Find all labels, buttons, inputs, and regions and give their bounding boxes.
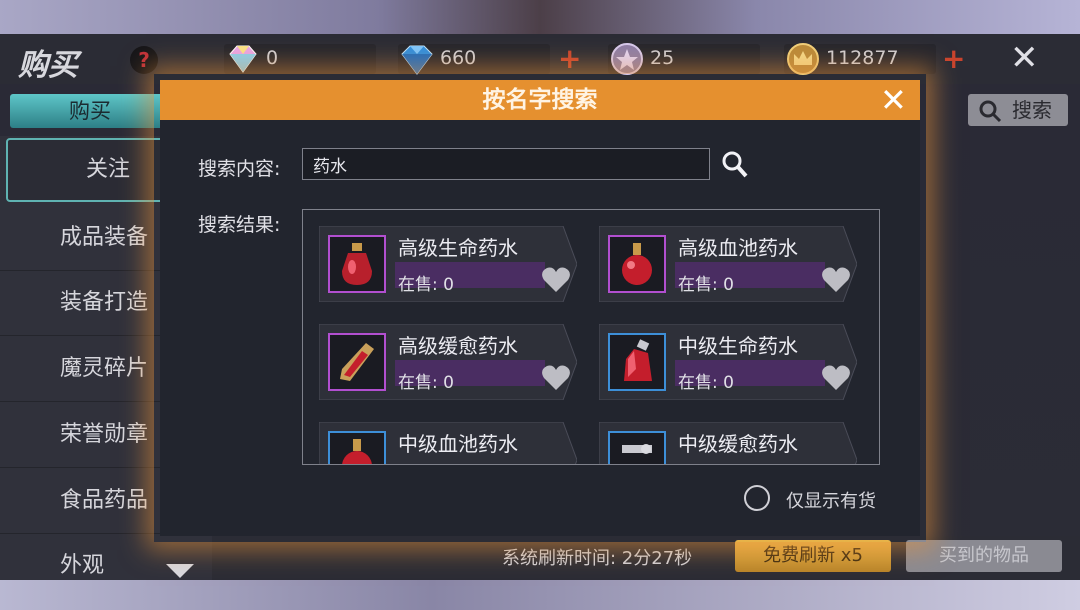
search-content-label: 搜索内容: [198, 158, 281, 180]
search-button-label: 搜索 [1012, 98, 1052, 122]
background-scene [0, 0, 1080, 34]
rainbow-diamond-icon [229, 45, 257, 73]
item-on-sale: 在售: 0 [678, 275, 734, 295]
chevron-down-icon[interactable] [166, 564, 194, 578]
vial-icon [340, 343, 374, 381]
help-icon[interactable]: ? [130, 46, 158, 74]
search-icon[interactable] [720, 148, 750, 180]
item-thumbnail [328, 431, 386, 464]
search-button[interactable]: 搜索 [968, 94, 1068, 126]
star-coin-icon [611, 43, 643, 75]
result-item[interactable]: 中级血池药水 [319, 422, 577, 464]
currency-value: 0 [266, 47, 279, 69]
in-stock-only-label[interactable]: 仅显示有货 [786, 487, 876, 513]
vial-icon [622, 444, 652, 454]
search-input[interactable] [302, 148, 710, 180]
heart-icon[interactable] [821, 266, 851, 294]
free-refresh-button[interactable]: 免费刷新 x5 [735, 540, 891, 572]
close-shop-button[interactable]: ✕ [1010, 40, 1039, 76]
round-flask-icon [622, 243, 652, 285]
dialog-title: 按名字搜索 [482, 87, 598, 113]
item-thumbnail [328, 235, 386, 293]
search-result-label: 搜索结果: [198, 214, 281, 236]
currency-value: 25 [650, 47, 675, 69]
blue-diamond-icon [401, 45, 433, 75]
item-thumbnail [608, 333, 666, 391]
dialog-header: 按名字搜索 ✕ [160, 80, 920, 120]
item-name: 中级生命药水 [678, 334, 798, 358]
potion-bottle-icon [624, 339, 652, 381]
currency-value: 112877 [826, 47, 899, 69]
item-on-sale: 在售: 0 [678, 373, 734, 393]
currency-rainbow-diamond: 0 [224, 44, 376, 74]
item-thumbnail [608, 431, 666, 464]
item-name: 中级缓愈药水 [678, 432, 798, 456]
round-flask-icon [342, 439, 372, 464]
item-thumbnail [328, 333, 386, 391]
item-name: 中级血池药水 [398, 432, 518, 456]
result-item[interactable]: 高级血池药水 在售: 0 [599, 226, 857, 302]
heart-icon[interactable] [541, 364, 571, 392]
currency-blue-diamond: 660 [398, 44, 550, 75]
search-by-name-dialog: 按名字搜索 ✕ 搜索内容: 搜索结果: 高级生命药水 在售: 0 [160, 80, 920, 536]
currency-star-coin: 25 [608, 43, 760, 75]
result-item[interactable]: 中级缓愈药水 [599, 422, 857, 464]
result-item[interactable]: 中级生命药水 在售: 0 [599, 324, 857, 400]
result-item[interactable]: 高级生命药水 在售: 0 [319, 226, 577, 302]
close-dialog-button[interactable]: ✕ [880, 82, 907, 118]
heart-icon[interactable] [821, 364, 851, 392]
potion-bottle-icon [342, 243, 372, 285]
page-title: 购买 [18, 48, 78, 83]
search-icon [979, 100, 1002, 123]
currency-gold-crown: 112877 [784, 43, 936, 75]
item-thumbnail [608, 235, 666, 293]
result-item[interactable]: 高级缓愈药水 在售: 0 [319, 324, 577, 400]
currency-value: 660 [440, 47, 477, 69]
in-stock-only-radio[interactable] [744, 485, 770, 511]
crown-gold-icon [787, 43, 819, 75]
refresh-timer: 系统刷新时间: 2分27秒 [502, 548, 693, 569]
item-on-sale: 在售: 0 [398, 373, 454, 393]
tab-buy[interactable]: 购买 [10, 94, 170, 128]
add-gold-button[interactable]: + [942, 44, 965, 74]
item-name: 高级血池药水 [678, 236, 798, 260]
heart-icon[interactable] [541, 266, 571, 294]
result-list: 高级生命药水 在售: 0 高级血池药水 在售: 0 高级缓愈药水 在售: 0 中… [302, 209, 880, 465]
bought-items-button[interactable]: 买到的物品 [906, 540, 1062, 572]
add-diamond-button[interactable]: + [558, 44, 581, 74]
item-name: 高级缓愈药水 [398, 334, 518, 358]
item-on-sale: 在售: 0 [398, 275, 454, 295]
item-name: 高级生命药水 [398, 236, 518, 260]
background-scene-bottom [0, 580, 1080, 610]
